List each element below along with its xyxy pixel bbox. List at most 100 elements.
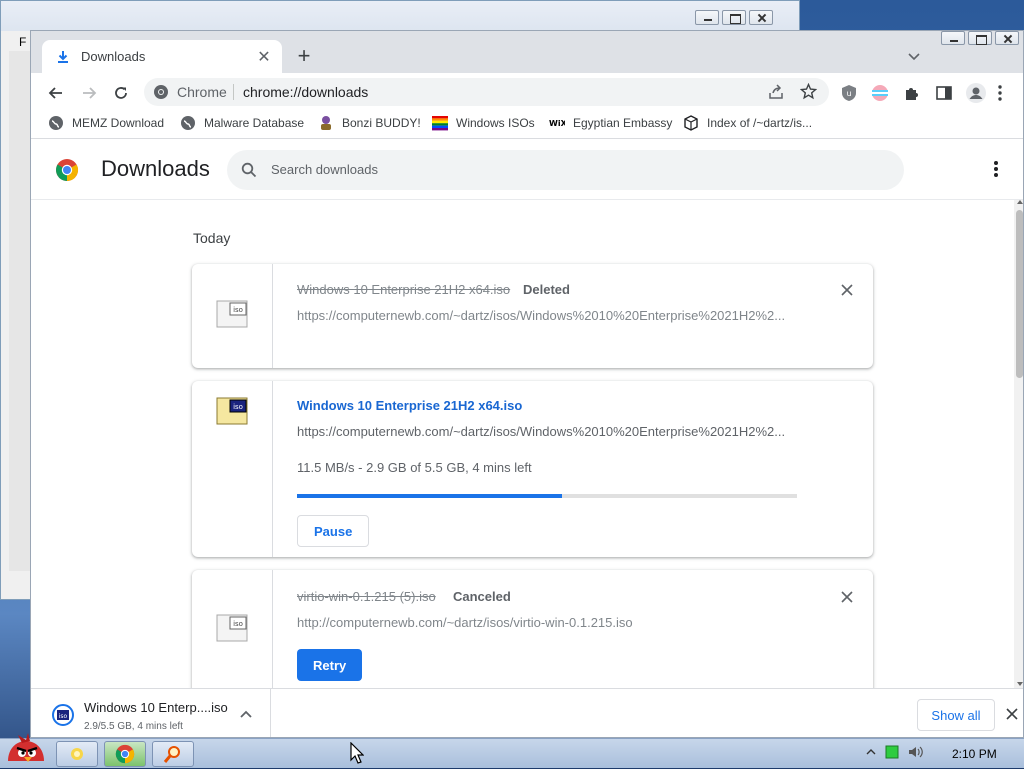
bookmark-memz[interactable]: MEMZ Download — [48, 115, 164, 131]
tab-close-icon[interactable]: ✕ — [256, 47, 272, 67]
shelf-status: 2.9/5.5 GB, 4 mins left — [84, 721, 183, 732]
taskbar-search-button[interactable] — [152, 741, 194, 767]
chevron-up-icon[interactable] — [239, 707, 253, 721]
site-label: Chrome — [177, 84, 227, 100]
file-url: https://computernewb.com/~dartz/isos/Win… — [297, 308, 786, 323]
remove-item-icon[interactable] — [839, 589, 855, 605]
folder-sun-icon — [71, 748, 83, 760]
maximize-button[interactable] — [722, 10, 746, 25]
bookmarks-bar: MEMZ Download Malware Database Bonzi BUD… — [31, 109, 1023, 139]
progress-fill — [297, 494, 562, 498]
bookmark-windows-isos[interactable]: Windows ISOs — [432, 115, 535, 131]
chrome-menu-icon[interactable] — [997, 84, 1003, 102]
chrome-icon — [115, 744, 135, 764]
url-text[interactable]: chrome://downloads — [243, 84, 368, 100]
progress-bar — [297, 494, 797, 498]
file-name-link[interactable]: Windows 10 Enterprise 21H2 x64.iso — [297, 398, 522, 413]
page-scrollbar[interactable] — [1014, 200, 1023, 688]
download-icon — [58, 50, 68, 63]
file-url: http://computernewb.com/~dartz/isos/virt… — [297, 615, 633, 630]
bookmark-index-of-dartz[interactable]: Index of /~dartz/is... — [683, 115, 812, 131]
forward-arrow-icon — [83, 87, 97, 99]
iso-file-icon: iso — [216, 614, 248, 642]
bookmark-label: Malware Database — [204, 116, 305, 130]
remove-item-icon[interactable] — [839, 282, 855, 298]
retry-button[interactable]: Retry — [297, 649, 363, 681]
file-url: https://computernewb.com/~dartz/isos/Win… — [297, 424, 786, 439]
more-actions-icon[interactable] — [993, 160, 999, 180]
profile-avatar-icon[interactable] — [965, 82, 987, 104]
shelf-download-item[interactable]: iso Windows 10 Enterp....iso 2.9/5.5 GB,… — [39, 689, 271, 737]
clock[interactable]: 2:10 PM — [952, 747, 997, 761]
file-name: Windows 10 Enterprise 21H2 x64.iso — [297, 282, 511, 297]
scrollbar-thumb[interactable] — [1016, 210, 1023, 378]
search-placeholder: Search downloads — [271, 162, 378, 177]
minimize-button[interactable] — [941, 31, 965, 45]
tab-strip: Downloads ✕ + — [31, 31, 1023, 73]
file-icon-column: iso — [192, 570, 273, 694]
download-item-in-progress: iso Windows 10 Enterprise 21H2 x64.iso h… — [192, 381, 873, 557]
address-bar[interactable]: Chrome chrome://downloads — [144, 78, 829, 106]
maximize-button[interactable] — [968, 31, 992, 45]
chrome-site-icon — [154, 85, 168, 99]
bookmark-label: Index of /~dartz/is... — [707, 116, 813, 130]
iso-file-icon: iso — [216, 397, 248, 425]
close-shelf-icon[interactable] — [1005, 707, 1019, 721]
taskbar-chrome-button[interactable] — [104, 741, 146, 767]
background-window-body — [9, 51, 31, 571]
shelf-file-name: Windows 10 Enterp....iso — [84, 700, 228, 715]
share-icon[interactable] — [768, 84, 784, 100]
tray-expand-icon[interactable] — [866, 747, 876, 757]
scroll-up-arrow[interactable] — [1017, 200, 1023, 204]
search-downloads-input[interactable]: Search downloads — [227, 150, 904, 190]
pause-button[interactable]: Pause — [297, 515, 370, 547]
scroll-down-arrow[interactable] — [1017, 682, 1023, 686]
show-all-button[interactable]: Show all — [917, 699, 995, 731]
new-tab-button[interactable]: + — [293, 45, 315, 67]
wix-icon: WiX — [549, 119, 565, 128]
download-shelf: iso Windows 10 Enterp....iso 2.9/5.5 GB,… — [31, 688, 1023, 737]
system-tray — [866, 745, 924, 759]
bonzi-icon — [321, 116, 331, 130]
back-button[interactable] — [46, 83, 66, 103]
tab-search-icon[interactable] — [907, 49, 921, 63]
bookmark-egyptian-embassy[interactable]: WiX Egyptian Embassy — [549, 115, 672, 131]
bookmark-malware-database[interactable]: Malware Database — [180, 115, 304, 131]
file-icon-column: iso — [192, 264, 273, 368]
bookmark-label: Egyptian Embassy — [573, 116, 673, 130]
svg-text:iso: iso — [233, 403, 243, 411]
close-button[interactable] — [749, 10, 773, 25]
progress-text: 11.5 MB/s - 2.9 GB of 5.5 GB, 4 mins lef… — [297, 460, 532, 475]
tab-downloads[interactable]: Downloads ✕ — [42, 40, 282, 73]
volume-icon[interactable] — [908, 745, 924, 759]
bookmark-star-icon[interactable] — [800, 83, 817, 100]
network-icon[interactable] — [885, 745, 899, 759]
side-panel-icon[interactable] — [935, 84, 953, 102]
chrome-window: Downloads ✕ + Chrome chrome://downloads … — [30, 30, 1024, 738]
iso-file-icon: iso — [52, 704, 74, 726]
reload-button[interactable] — [111, 83, 131, 103]
globe-icon — [49, 116, 63, 130]
bookmark-label: Bonzi BUDDY! — [342, 116, 421, 130]
tab-title: Downloads — [81, 49, 146, 64]
reload-icon — [115, 87, 127, 99]
forward-button[interactable] — [79, 83, 99, 103]
extension-flag-icon[interactable] — [871, 84, 889, 102]
bookmark-bonzi-buddy[interactable]: Bonzi BUDDY! — [318, 115, 421, 131]
svg-text:u: u — [846, 89, 851, 98]
search-icon — [241, 162, 257, 178]
start-angry-bird-icon[interactable] — [2, 731, 50, 769]
bookmark-label: Windows ISOs — [456, 116, 535, 130]
downloads-page: Downloads Search downloads Today iso Win… — [31, 140, 1023, 694]
ublock-shield-icon[interactable]: u — [840, 84, 858, 102]
taskbar-explorer-button[interactable] — [56, 741, 98, 767]
file-icon-column: iso — [192, 381, 273, 557]
minimize-button[interactable] — [695, 10, 719, 25]
background-window-titlebar[interactable] — [1, 1, 799, 31]
background-window-menu[interactable]: F — [19, 35, 26, 49]
rainbow-flag-icon — [432, 116, 448, 131]
extensions-puzzle-icon[interactable] — [903, 84, 921, 102]
background-window-caption-buttons — [695, 10, 773, 25]
close-button[interactable] — [995, 31, 1019, 45]
date-heading: Today — [193, 230, 231, 246]
